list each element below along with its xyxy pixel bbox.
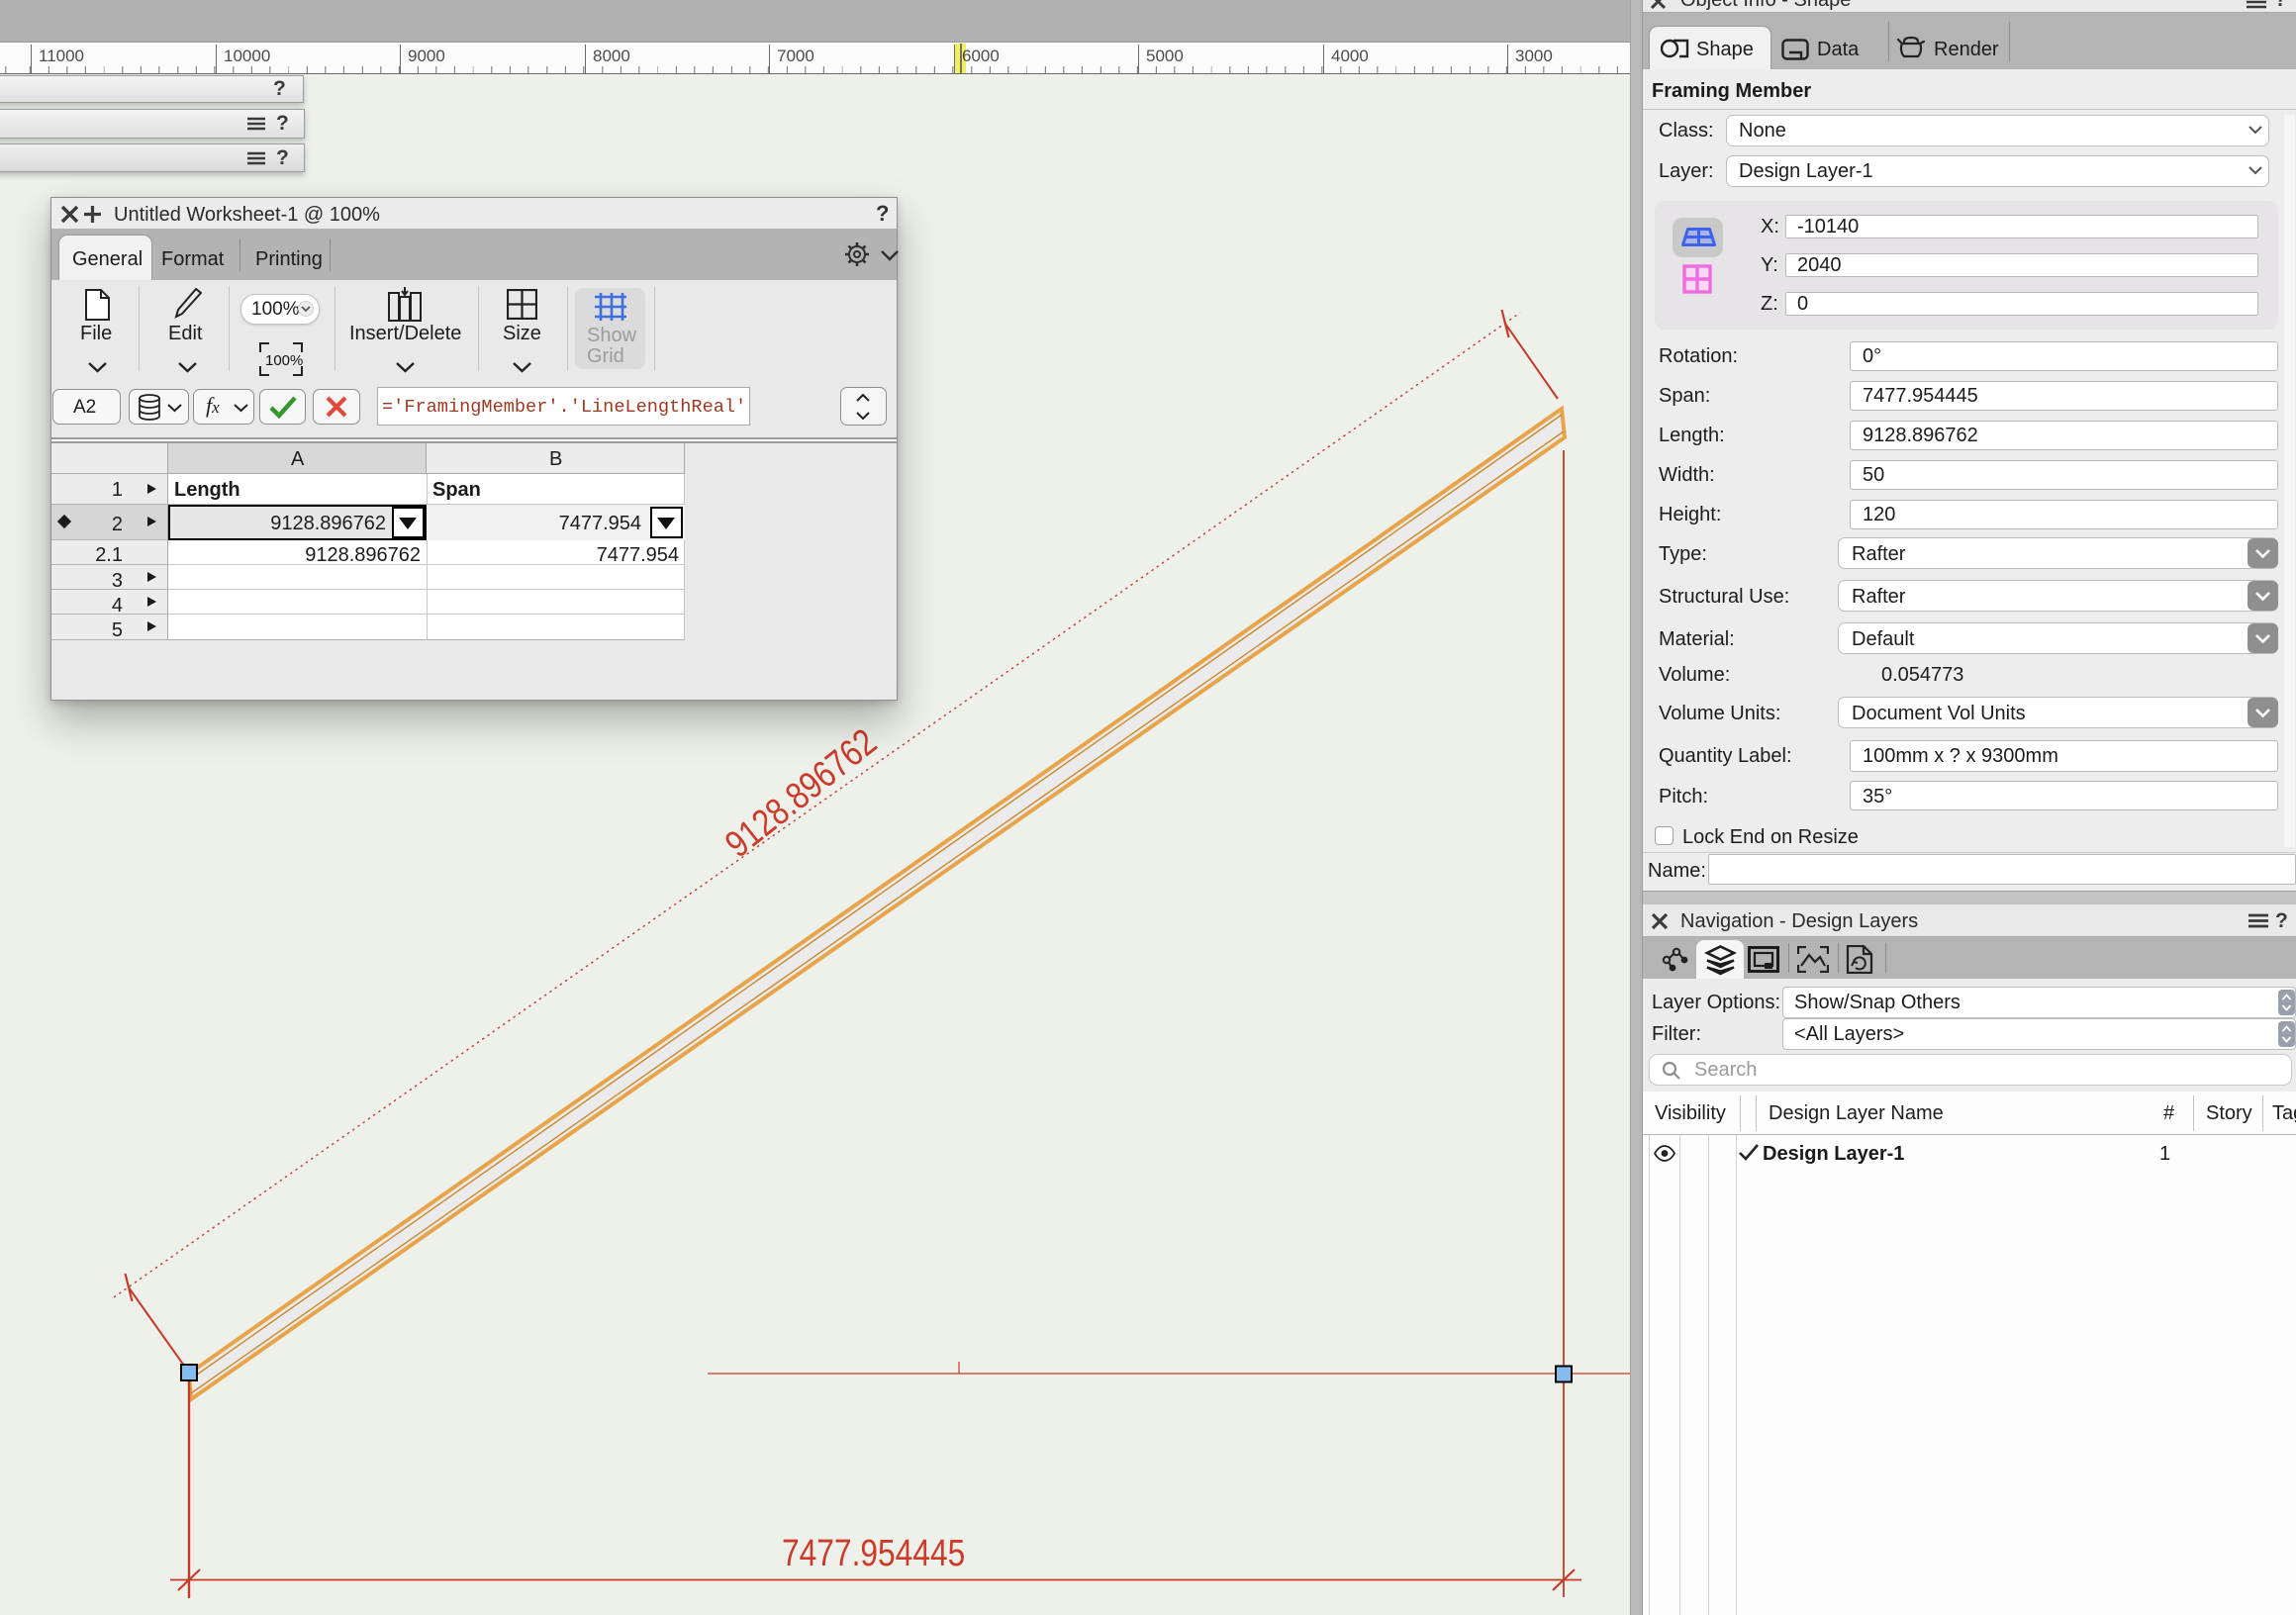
svg-text:100%: 100% [265, 352, 303, 369]
svg-text:9128.896762: 9128.896762 [718, 721, 885, 866]
svg-text:7477.954445: 7477.954445 [782, 1532, 965, 1573]
